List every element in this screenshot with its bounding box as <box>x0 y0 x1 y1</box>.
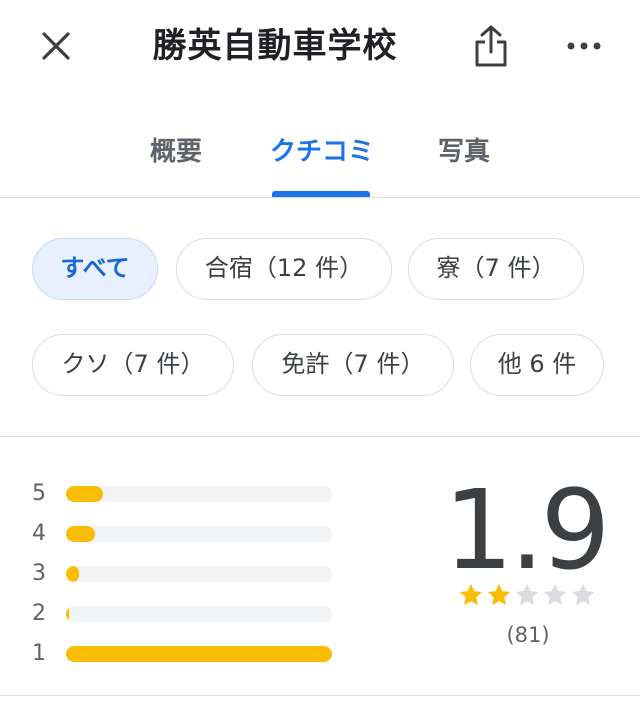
top-bar: 勝英自動車学校 <box>0 0 640 92</box>
share-button[interactable] <box>466 20 516 72</box>
review-count: (81) <box>506 623 550 647</box>
more-options-button[interactable] <box>558 22 610 70</box>
rating-bar-fill <box>66 486 104 502</box>
share-icon <box>475 25 507 67</box>
average-rating: 1.9 <box>443 466 611 594</box>
section-divider <box>0 436 640 437</box>
rating-bar-fill <box>66 566 80 582</box>
tab-reviews[interactable]: クチコミ <box>270 132 374 172</box>
filter-chip-all[interactable]: すべて <box>32 238 158 300</box>
active-tab-indicator <box>272 191 370 197</box>
rating-bar-track <box>66 566 332 582</box>
star-icon <box>459 583 483 605</box>
star-icon <box>515 583 539 605</box>
rating-bar-label: 4 <box>32 521 46 546</box>
rating-bar-track <box>66 486 332 502</box>
tab-photos[interactable]: 写真 <box>438 132 490 172</box>
rating-bar-track <box>66 526 332 542</box>
close-icon <box>42 32 70 60</box>
rating-bar-label: 3 <box>32 561 46 586</box>
rating-bar-fill <box>66 646 332 662</box>
filter-chip-menkyo[interactable]: 免許（7 件） <box>252 334 454 396</box>
tab-overview[interactable]: 概要 <box>150 132 202 172</box>
section-divider-bottom <box>0 695 640 696</box>
filter-chip-kuso[interactable]: クソ（7 件） <box>32 334 234 396</box>
star-icon <box>571 583 595 605</box>
star-rating <box>458 582 598 610</box>
filter-chip-ryo[interactable]: 寮（7 件） <box>408 238 584 300</box>
filter-chip-more[interactable]: 他 6 件 <box>470 334 604 396</box>
star-icon <box>543 583 567 605</box>
rating-bar-fill <box>66 526 96 542</box>
rating-bar-label: 5 <box>32 481 46 506</box>
tab-bar: 概要 クチコミ 写真 <box>0 110 640 198</box>
more-horiz-icon <box>567 42 601 50</box>
page-title: 勝英自動車学校 <box>152 26 398 66</box>
rating-bar-label: 1 <box>32 641 46 666</box>
rating-bar-fill <box>66 606 70 622</box>
close-button[interactable] <box>32 22 80 70</box>
rating-bar-label: 2 <box>32 601 46 626</box>
rating-bar-track <box>66 606 332 622</box>
rating-bar-track <box>66 646 332 662</box>
star-icon <box>487 583 511 605</box>
filter-chip-gasshuku[interactable]: 合宿（12 件） <box>176 238 392 300</box>
